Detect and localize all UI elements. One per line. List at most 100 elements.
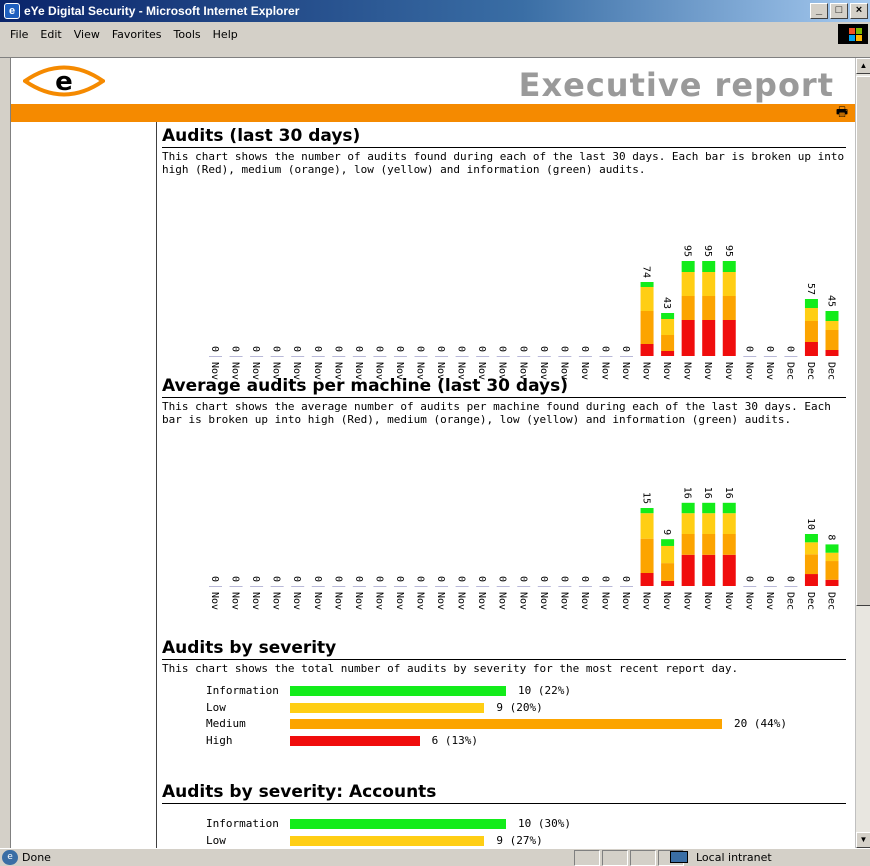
bar-value-label: 8	[826, 534, 837, 540]
bar-segment-low	[640, 513, 654, 539]
bar-value-label: 0	[764, 346, 775, 352]
windows-logo-icon	[838, 24, 868, 44]
severity-value-label: 9 (20%)	[496, 700, 543, 714]
printer-icon[interactable]: 🖶	[834, 105, 850, 119]
bar-value-label: 0	[558, 346, 569, 352]
bar-value-label: 9	[661, 529, 672, 535]
browser-window: e eYe Digital Security - Microsoft Inter…	[0, 0, 870, 866]
bar-value-label: 0	[291, 576, 302, 582]
bar-value-label: 0	[764, 576, 775, 582]
bar-segment-low	[804, 308, 818, 321]
bar-value-label: 15	[641, 492, 652, 504]
menu-help[interactable]: Help	[207, 26, 244, 43]
bar-value-label: 0	[620, 346, 631, 352]
bar-value-label: 10	[805, 518, 816, 530]
severity-bar	[290, 686, 506, 696]
severity-row: Information 10 (30%)	[206, 816, 846, 833]
day-tick-label: Nov 18	[517, 592, 528, 616]
title-bar[interactable]: e eYe Digital Security - Microsoft Inter…	[0, 0, 870, 22]
bar-value-label: 74	[641, 266, 652, 278]
bar-value-label: 0	[250, 346, 261, 352]
bar-value-label: 95	[682, 245, 693, 257]
day-tick-label: Nov 23	[620, 592, 631, 616]
page-viewport: e Executive report 🖶 Audits (last 30 day…	[10, 58, 855, 848]
bar-value-label: 16	[702, 487, 713, 499]
bar-value-label: 0	[271, 346, 282, 352]
minimize-button[interactable]: _	[810, 3, 828, 19]
bar-value-label: 16	[723, 487, 734, 499]
severity-row: Low 9 (20%)	[206, 700, 846, 717]
day-tick-label: Nov 19	[538, 592, 549, 616]
menu-edit[interactable]: Edit	[34, 26, 67, 43]
day-tick-label: Nov 21	[579, 592, 590, 616]
scroll-up-arrow-icon[interactable]: ▲	[856, 58, 870, 74]
scroll-down-arrow-icon[interactable]: ▼	[856, 832, 870, 848]
report-header: e Executive report 🖶	[11, 58, 855, 122]
bar-segment-medium	[681, 296, 695, 320]
bar-segment-medium	[681, 534, 695, 555]
day-tick-label: Nov 25	[661, 592, 672, 616]
menu-file[interactable]: File	[4, 26, 34, 43]
day-tick-label: Nov 04	[230, 592, 241, 616]
bar-segment-information	[661, 539, 675, 546]
bar-value-label: 0	[312, 576, 323, 582]
severity-bar	[290, 702, 485, 713]
bar-value-label: 0	[353, 576, 364, 582]
accounts-heading: Audits by severity: Accounts	[162, 778, 846, 804]
day-tick-label: Nov 08	[312, 592, 323, 616]
bar-segment-high	[804, 574, 818, 586]
bar-value-label: 0	[271, 576, 282, 582]
bar-segment-high	[681, 320, 695, 356]
day-tick-label: Nov 09	[332, 592, 343, 616]
bar-value-label: 0	[312, 346, 323, 352]
vertical-scrollbar[interactable]: ▲ ▼	[855, 58, 870, 848]
bar-segment-high	[825, 579, 839, 586]
day-tick-label: Nov 16	[476, 592, 487, 616]
bar-segment-information	[681, 261, 695, 272]
bar-value-label: 0	[456, 576, 467, 582]
day-tick-label: Nov 10	[353, 592, 364, 616]
severity-label: Information	[206, 817, 279, 830]
scroll-thumb[interactable]	[856, 76, 870, 606]
bar-value-label: 0	[291, 346, 302, 352]
maximize-button[interactable]: □	[830, 3, 848, 19]
bar-value-label: 0	[332, 576, 343, 582]
bar-segment-medium	[825, 330, 839, 350]
day-tick-label: Nov 27	[702, 592, 713, 616]
menu-view[interactable]: View	[68, 26, 106, 43]
avg-audits-heading: Average audits per machine (last 30 days…	[162, 372, 846, 398]
bar-segment-information	[825, 544, 839, 553]
bar-segment-low	[661, 545, 675, 564]
bar-value-label: 43	[661, 297, 672, 309]
bar-segment-high	[702, 320, 716, 356]
bar-value-label: 0	[579, 576, 590, 582]
menu-tools[interactable]: Tools	[168, 26, 207, 43]
day-tick-label: Nov 13	[415, 592, 426, 616]
bar-segment-information	[640, 508, 654, 514]
severity-bar	[290, 835, 485, 846]
severity-row: Information 10 (22%)	[206, 683, 846, 700]
eeye-logo-icon: e	[23, 65, 105, 97]
bar-segment-medium	[702, 296, 716, 320]
bar-value-label: 0	[394, 346, 405, 352]
bar-segment-medium	[804, 321, 818, 342]
severity-label: Low	[206, 833, 226, 847]
close-button[interactable]: ×	[850, 3, 868, 19]
bar-segment-medium	[804, 554, 818, 575]
bar-segment-low	[722, 272, 736, 296]
audits-heading: Audits (last 30 days)	[162, 122, 846, 148]
bar-segment-medium	[661, 335, 675, 351]
bar-value-label: 0	[209, 576, 220, 582]
window-title: eYe Digital Security - Microsoft Interne…	[24, 4, 300, 18]
bar-segment-high	[804, 342, 818, 356]
day-tick-label: Nov 26	[682, 592, 693, 616]
menu-bar: File Edit View Favorites Tools Help	[0, 22, 870, 58]
intranet-zone-icon	[670, 851, 688, 863]
bar-value-label: 0	[209, 346, 220, 352]
accounts-severity-chart: Information 10 (30%) Low 9 (27%)	[206, 816, 846, 848]
security-zone-label: Local intranet	[696, 851, 772, 864]
menu-favorites[interactable]: Favorites	[106, 26, 168, 43]
bar-value-label: 0	[538, 346, 549, 352]
avg-audits-section: Average audits per machine (last 30 days…	[162, 372, 846, 628]
bar-segment-medium	[722, 534, 736, 555]
